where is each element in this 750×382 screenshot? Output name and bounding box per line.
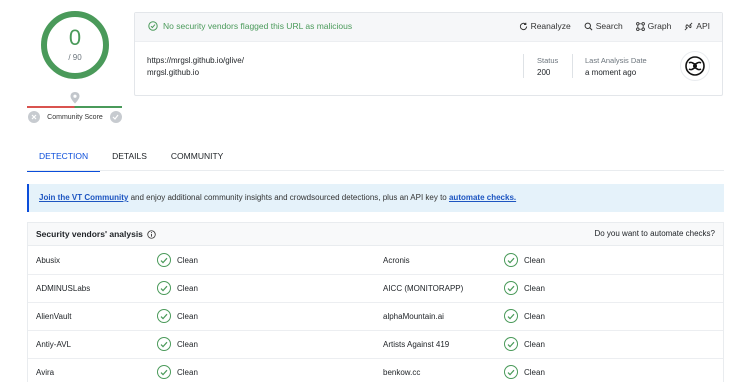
tabs-underline [27, 170, 724, 171]
analyzed-url[interactable]: https://mrgsl.github.io/glive/ [147, 55, 244, 67]
table-row: Abusix Clean Acronis Clean [28, 247, 723, 275]
banner-text: and enjoy additional community insights … [128, 193, 449, 202]
check-circle-icon [148, 21, 158, 31]
check-circle-icon [157, 309, 171, 323]
vendor-name: benkow.cc [383, 368, 421, 377]
status-message: No security vendors flagged this URL as … [148, 21, 352, 31]
card-toolbar: No security vendors flagged this URL as … [135, 13, 722, 42]
vendor-result: Clean [157, 309, 198, 323]
status-value: 200 [537, 68, 551, 77]
report-tabs: DETECTION DETAILS COMMUNITY [27, 150, 235, 172]
check-circle-icon [157, 253, 171, 267]
divider [523, 54, 524, 78]
vendor-result: Clean [157, 337, 198, 351]
check-circle-icon [504, 365, 518, 379]
check-circle-icon [504, 281, 518, 295]
table-row: AlienVault Clean alphaMountain.ai Clean [28, 303, 723, 331]
graph-icon [635, 21, 645, 31]
url-block: https://mrgsl.github.io/glive/ mrgsl.git… [147, 55, 244, 79]
check-circle-icon [157, 365, 171, 379]
status-message-text: No security vendors flagged this URL as … [163, 21, 353, 31]
automate-checks-prompt[interactable]: Do you want to automate checks? [594, 229, 715, 238]
vendor-name: ADMINUSLabs [36, 284, 91, 293]
check-circle-icon [157, 337, 171, 351]
divider [572, 54, 573, 78]
vendor-result: Clean [504, 337, 545, 351]
tab-details[interactable]: DETAILS [100, 150, 159, 172]
table-row: Antiy-AVL Clean Artists Against 419 Clean [28, 331, 723, 359]
status-label: Status [537, 56, 559, 65]
vendor-name: Antiy-AVL [36, 340, 71, 349]
check-circle-icon [504, 309, 518, 323]
table-row: Avira Clean benkow.cc Clean [28, 359, 723, 382]
globe-chain-icon [685, 56, 705, 76]
card-actions: Reanalyze Search Graph API [519, 21, 710, 31]
api-icon [684, 22, 693, 30]
vendor-result: Clean [504, 253, 545, 267]
last-analysis-value: a moment ago [585, 68, 637, 77]
community-score-label: Community Score [47, 113, 103, 121]
check-circle-icon [504, 253, 518, 267]
vendor-result: Clean [157, 281, 198, 295]
join-community-link[interactable]: Join the VT Community [39, 193, 128, 202]
site-favicon [680, 51, 710, 81]
vendor-result: Clean [504, 309, 545, 323]
table-row: ADMINUSLabs Clean AICC (MONITORAPP) Clean [28, 275, 723, 303]
vendor-name: AlienVault [36, 312, 72, 321]
reanalyze-button[interactable]: Reanalyze [519, 21, 571, 31]
community-banner: Join the VT Community and enjoy addition… [27, 184, 724, 212]
downvote-icon[interactable] [28, 111, 40, 123]
detection-count: 0 [68, 25, 82, 50]
detection-score-ring: 0 / 90 [41, 11, 109, 79]
vendor-name: Abusix [36, 256, 61, 265]
community-score-row: Community Score [28, 110, 122, 124]
graph-button[interactable]: Graph [635, 21, 671, 31]
check-circle-icon [157, 281, 171, 295]
tab-detection[interactable]: DETECTION [27, 150, 101, 172]
analyzed-host: mrgsl.github.io [147, 68, 200, 77]
search-button[interactable]: Search [584, 21, 623, 31]
vendor-result: Clean [504, 365, 545, 379]
vendor-name: AICC (MONITORAPP) [383, 284, 464, 293]
vendors-analysis-section: Security vendors' analysis Do you want t… [27, 222, 724, 382]
last-analysis-label: Last Analysis Date [585, 56, 647, 65]
tab-community[interactable]: COMMUNITY [159, 150, 235, 172]
refresh-icon [519, 22, 527, 30]
vendor-name: Artists Against 419 [383, 340, 450, 349]
vendor-result: Clean [157, 365, 198, 379]
vendor-result: Clean [157, 253, 198, 267]
community-score-bar [27, 106, 122, 108]
upvote-icon[interactable] [109, 111, 122, 123]
vendor-name: alphaMountain.ai [383, 312, 444, 321]
api-button[interactable]: API [684, 21, 710, 31]
community-score-marker-icon [70, 92, 80, 104]
search-icon [584, 22, 593, 30]
check-circle-icon [504, 337, 518, 351]
url-summary-card: No security vendors flagged this URL as … [134, 12, 723, 96]
vendor-result: Clean [504, 281, 545, 295]
vendors-analysis-title: Security vendors' analysis [36, 229, 156, 239]
automate-checks-link[interactable]: automate checks. [449, 193, 516, 202]
info-icon[interactable] [147, 229, 156, 239]
vendor-name: Acronis [383, 256, 410, 265]
vendor-name: Avira [36, 368, 55, 377]
engine-total: / 90 [68, 53, 82, 62]
vendors-analysis-header: Security vendors' analysis Do you want t… [28, 223, 723, 246]
